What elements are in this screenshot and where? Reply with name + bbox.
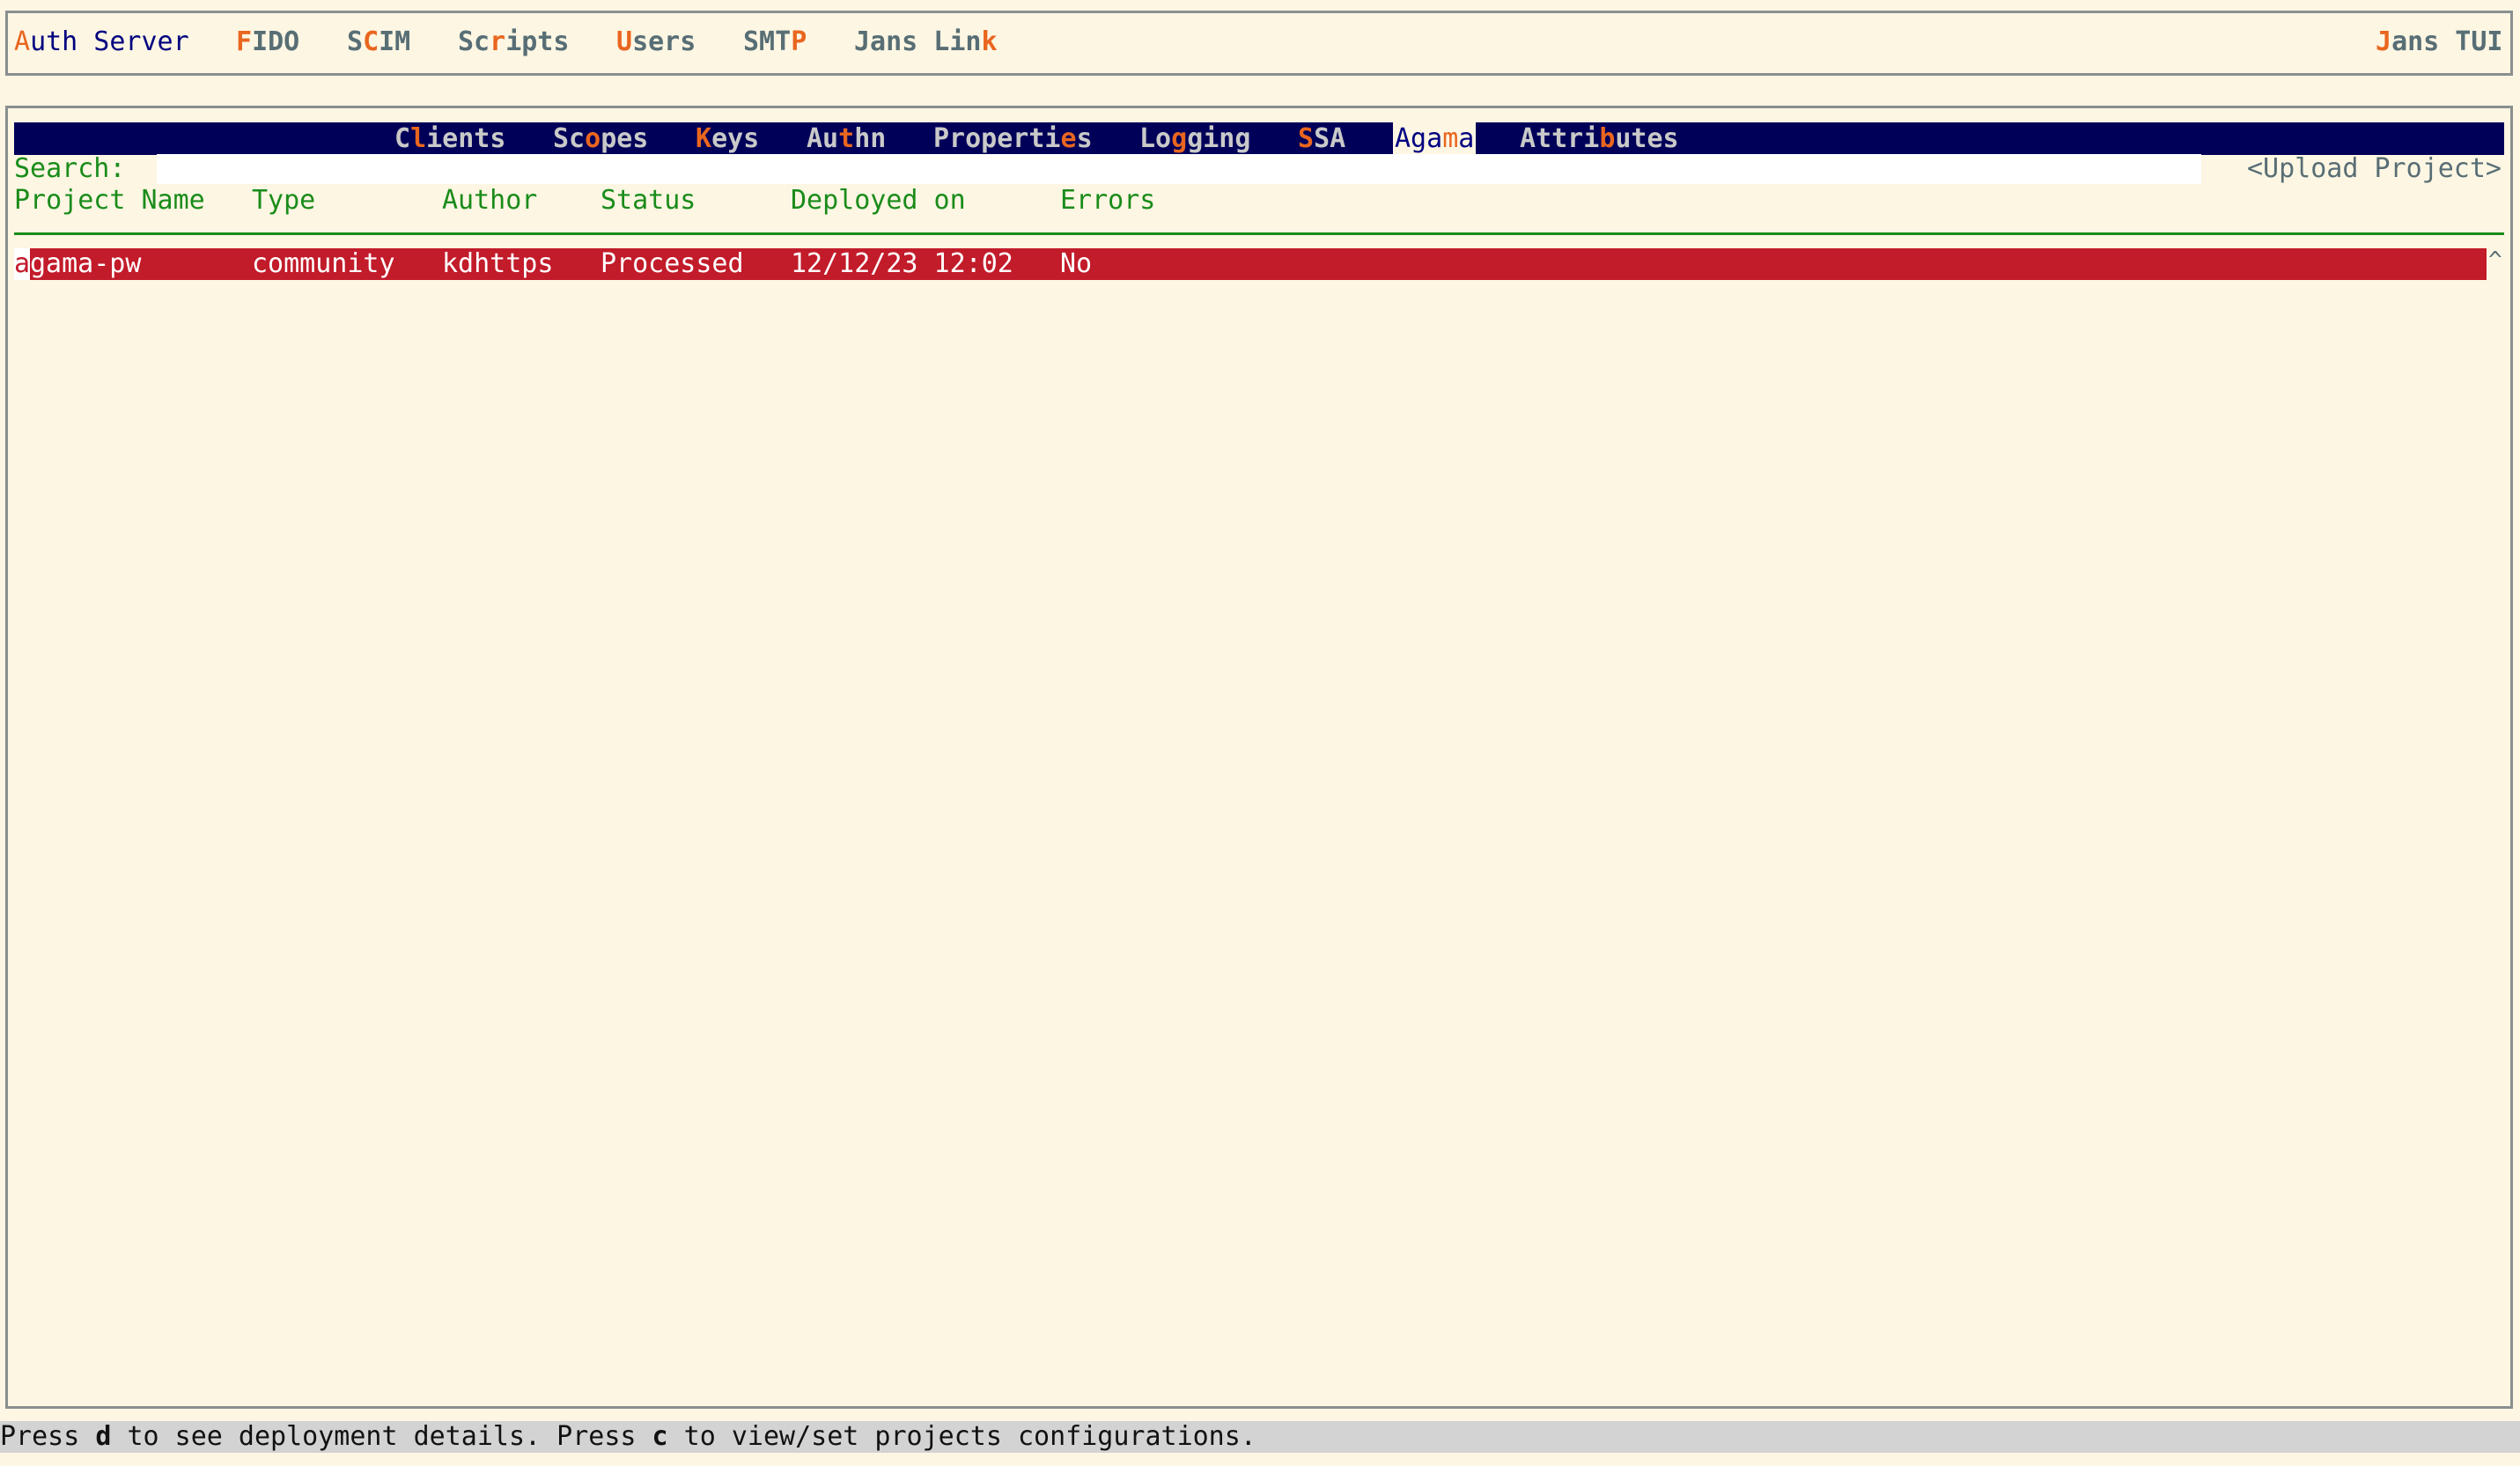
scroll-up-icon[interactable]: ^ (2488, 245, 2502, 276)
tab-agama[interactable]: Agama (1393, 122, 1477, 155)
cell-errors: No (1060, 248, 1093, 279)
cell-author: kdhttps (442, 248, 554, 279)
status-bar: Press d to see deployment details. Press… (0, 1421, 2520, 1453)
menu-users[interactable]: Users (616, 26, 696, 58)
cell-type: community (252, 248, 395, 279)
app-title: Jans TUI (2376, 26, 2503, 57)
header-type[interactable]: Type (252, 185, 315, 217)
menu-auth-server[interactable]: Auth Server (14, 26, 189, 58)
row-cursor: a (14, 248, 31, 280)
menu-smtp[interactable]: SMTP (743, 26, 807, 58)
header-divider (14, 232, 2504, 235)
menu-scripts[interactable]: Scripts (458, 26, 569, 58)
header-status[interactable]: Status (601, 185, 696, 217)
tab-bar: Clients Scopes Keys Authn Properties Log… (14, 122, 2504, 155)
header-project-name[interactable]: Project Name (14, 185, 205, 217)
cell-project-name: gama-pw (30, 248, 142, 279)
main-panel-frame (5, 106, 2513, 1409)
search-label: Search: (14, 153, 126, 184)
tab-logging[interactable]: Logging (1139, 122, 1250, 155)
cell-status: Processed (601, 248, 744, 279)
tab-properties[interactable]: Properties (933, 122, 1093, 155)
upload-project-button[interactable]: <Upload Project> (2247, 153, 2502, 185)
tab-keys[interactable]: Keys (696, 122, 759, 155)
tab-scopes[interactable]: Scopes (553, 122, 648, 155)
table-row[interactable]: a gama-pw community kdhttps Processed 12… (14, 248, 2487, 280)
menu-scim[interactable]: SCIM (347, 26, 410, 58)
search-input[interactable] (157, 154, 2201, 184)
menu-fido[interactable]: FIDO (236, 26, 299, 58)
menu-jans-link[interactable]: Jans Link (854, 26, 998, 58)
tab-clients[interactable]: Clients (394, 122, 505, 155)
tab-authn[interactable]: Authn (807, 122, 886, 155)
tab-attributes[interactable]: Attributes (1520, 122, 1679, 155)
header-errors[interactable]: Errors (1060, 185, 1155, 217)
header-deployed-on[interactable]: Deployed on (791, 185, 966, 217)
cell-deployed-on: 12/12/23 12:02 (791, 248, 1013, 279)
header-author[interactable]: Author (442, 185, 537, 217)
tab-ssa[interactable]: SSA (1298, 122, 1345, 155)
